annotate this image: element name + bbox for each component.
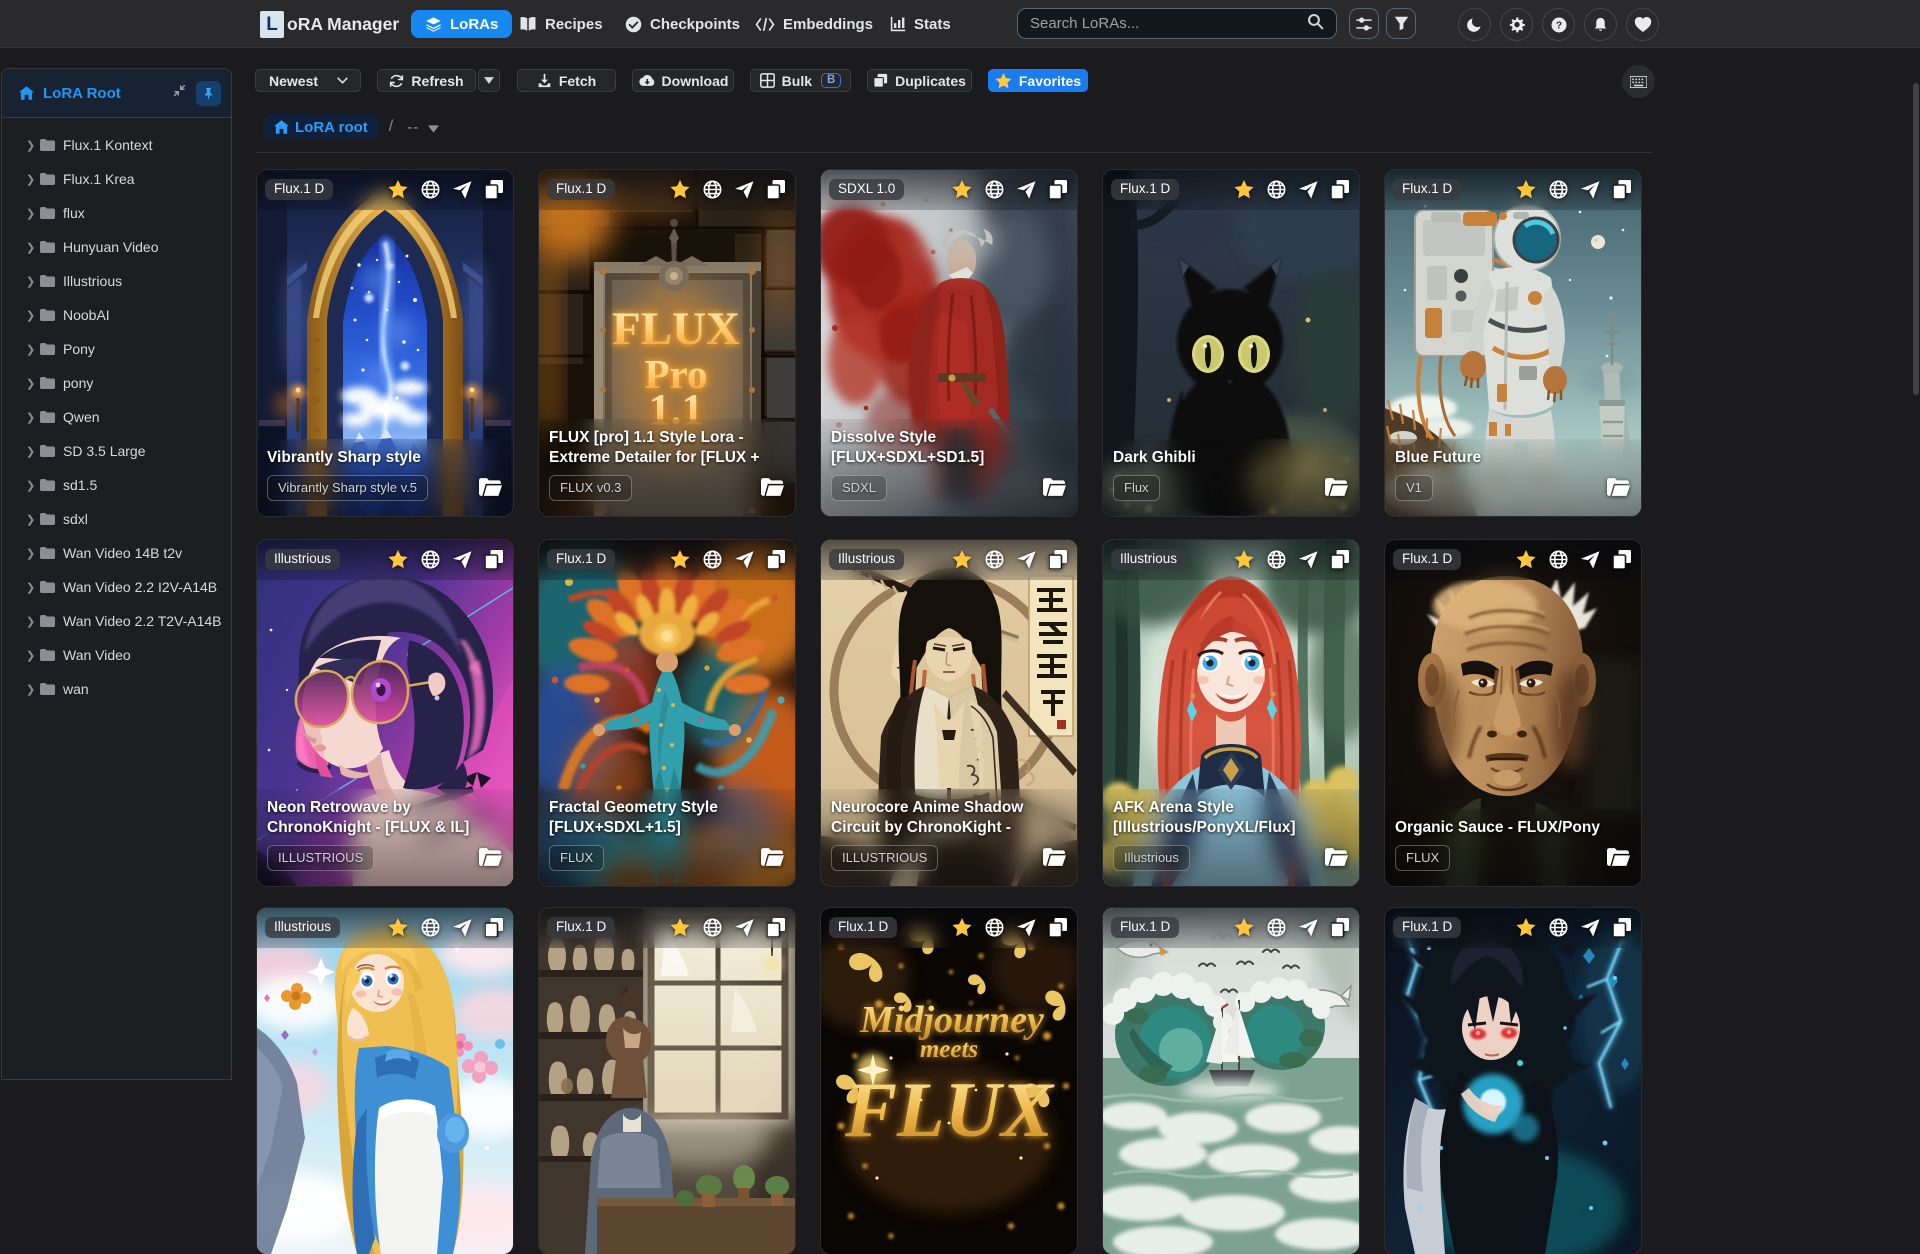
svg-text:FLUX: FLUX [612, 303, 740, 355]
svg-text:?: ? [1555, 20, 1561, 31]
svg-text:Midjourney: Midjourney [859, 999, 1044, 1041]
svg-text:meets: meets [920, 1036, 978, 1063]
